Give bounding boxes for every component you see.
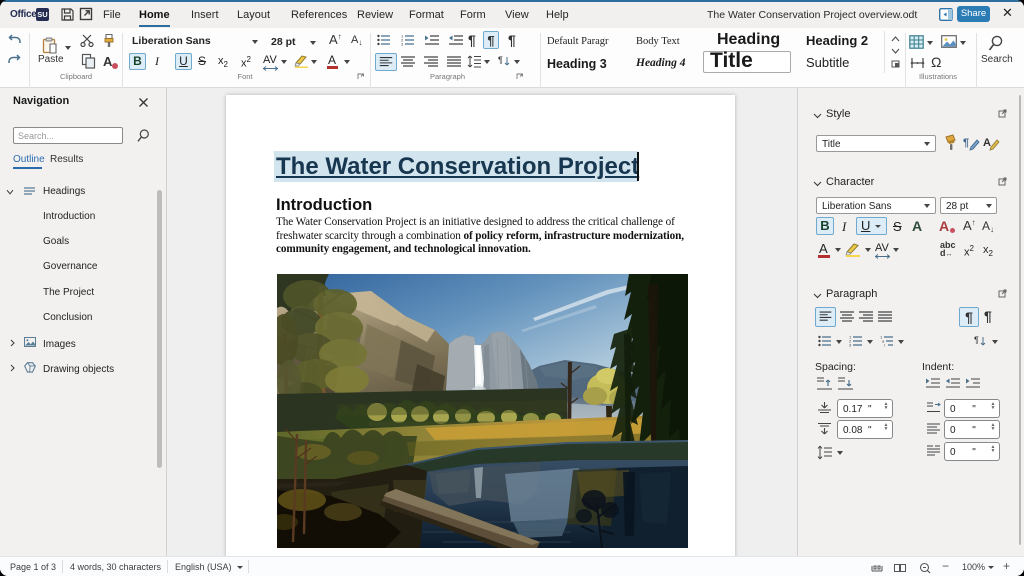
svg-text:i: i [884,343,885,348]
svg-text:3: 3 [849,343,852,348]
svg-text:3: 3 [401,42,404,47]
svg-text:¶: ¶ [974,335,979,345]
svg-text:¶: ¶ [498,55,503,65]
svg-text:¶: ¶ [963,137,969,149]
svg-text:A: A [983,137,991,149]
